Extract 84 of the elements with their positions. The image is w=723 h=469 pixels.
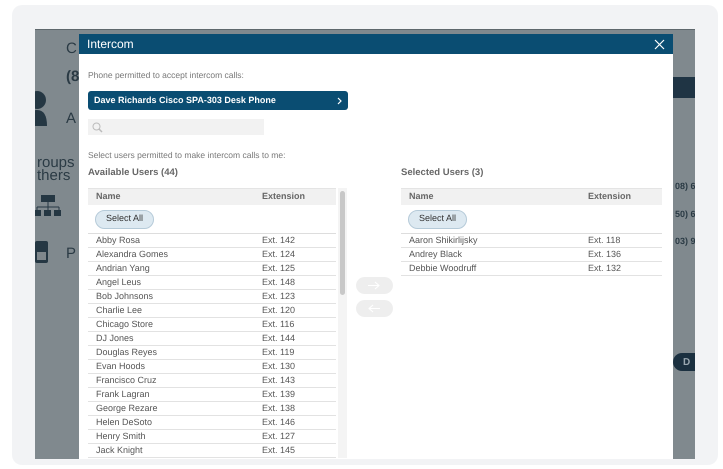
background-button[interactable]: D <box>673 353 695 371</box>
user-extension: Ext. 138 <box>262 402 296 415</box>
user-name: Henry Smith <box>96 430 147 443</box>
user-name: DJ Jones <box>96 332 135 345</box>
user-row[interactable]: Debbie Woodruff Ext. 132 <box>401 262 662 276</box>
users-label: Select users permitted to make intercom calls to me: <box>88 149 286 160</box>
user-name: Debbie Woodruff <box>409 262 478 275</box>
user-row[interactable]: Frank Lagran Ext. 139 <box>88 388 336 402</box>
user-row[interactable]: Douglas Reyes Ext. 119 <box>88 346 336 360</box>
user-extension: Ext. 142 <box>262 234 296 247</box>
user-row[interactable]: Aaron Shikirlijsky Ext. 118 <box>401 234 662 248</box>
user-name: Evan Hoods <box>96 360 146 373</box>
user-extension: Ext. 144 <box>262 332 296 345</box>
user-extension: Ext. 132 <box>588 262 622 275</box>
background-text: (8 <box>66 67 80 87</box>
phone-selector[interactable]: Dave Richards Cisco SPA-303 Desk Phone <box>88 91 348 110</box>
user-name: Aaron Shikirlijsky <box>409 234 479 247</box>
user-name: Jack Knight <box>96 444 144 457</box>
user-extension: Ext. 130 <box>262 360 296 373</box>
close-icon[interactable] <box>654 38 665 50</box>
person-icon <box>35 90 49 126</box>
user-name: Andrian Yang <box>96 262 151 275</box>
chevron-right-icon <box>337 96 342 104</box>
background-text: 03) 9 <box>675 235 695 248</box>
dialog-title: Intercom <box>87 36 134 53</box>
table-title: Available Users (44) <box>88 166 179 178</box>
user-extension: Ext. 145 <box>262 444 296 457</box>
user-row[interactable]: Abby Rosa Ext. 142 <box>88 234 336 248</box>
user-name: Frank Lagran <box>96 388 151 401</box>
user-row[interactable]: Chicago Store Ext. 116 <box>88 318 336 332</box>
background-text: P <box>66 244 76 264</box>
user-extension: Ext. 123 <box>262 290 296 303</box>
table-title: Selected Users (3) <box>401 166 484 178</box>
user-extension: Ext. 136 <box>588 248 622 261</box>
org-chart-icon <box>35 195 61 217</box>
user-extension: Ext. 116 <box>262 318 296 331</box>
background-text: 08) 6 <box>675 180 695 193</box>
header-band <box>673 77 695 98</box>
user-row[interactable]: Evan Hoods Ext. 130 <box>88 360 336 374</box>
user-name: Francisco Cruz <box>96 374 158 387</box>
search-field[interactable] <box>88 119 264 135</box>
search-icon <box>92 122 103 132</box>
user-row[interactable]: Jack Knight Ext. 145 <box>88 444 336 458</box>
user-row[interactable]: Bob Johnsons Ext. 123 <box>88 290 336 304</box>
user-name: Chicago Store <box>96 318 154 331</box>
column-header: Name <box>96 190 122 204</box>
background-text: C <box>66 39 77 59</box>
background-text: A <box>66 109 76 129</box>
phone-label: Phone permitted to accept intercom calls: <box>88 69 245 80</box>
user-extension: Ext. 125 <box>262 262 296 275</box>
user-extension: Ext. 127 <box>262 430 296 443</box>
select-all-button[interactable]: Select All <box>95 210 154 228</box>
select-all-button[interactable]: Select All <box>408 210 468 228</box>
user-name: Angel Leus <box>96 276 142 289</box>
user-name: Charlie Lee <box>96 304 144 317</box>
column-header: Extension <box>588 190 632 204</box>
user-name: Bob Johnsons <box>96 290 154 303</box>
user-row[interactable]: Charlie Lee Ext. 120 <box>88 304 336 318</box>
user-row[interactable]: Andrian Yang Ext. 125 <box>88 262 336 276</box>
background-text: 50) 6 <box>675 208 695 221</box>
user-extension: Ext. 143 <box>262 374 296 387</box>
user-extension: Ext. 124 <box>262 248 296 261</box>
user-extension: Ext. 146 <box>262 416 296 429</box>
user-name: Alexandra Gomes <box>96 248 170 261</box>
user-name: Andrey Black <box>409 248 464 261</box>
user-extension: Ext. 118 <box>588 234 622 247</box>
user-row[interactable]: Henry Smith Ext. 127 <box>88 430 336 444</box>
user-extension: Ext. 148 <box>262 276 296 289</box>
user-extension: Ext. 119 <box>262 346 296 359</box>
user-name: Douglas Reyes <box>96 346 158 359</box>
user-row[interactable]: Angel Leus Ext. 148 <box>88 276 336 290</box>
user-row[interactable]: Francisco Cruz Ext. 143 <box>88 374 336 388</box>
user-row[interactable]: George Rezare Ext. 138 <box>88 402 336 416</box>
user-row[interactable]: Andrey Black Ext. 136 <box>401 248 662 262</box>
user-extension: Ext. 120 <box>262 304 296 317</box>
user-row[interactable]: DJ Jones Ext. 144 <box>88 332 336 346</box>
user-extension: Ext. 139 <box>262 388 296 401</box>
user-name: Abby Rosa <box>96 234 142 247</box>
user-row[interactable]: Alexandra Gomes Ext. 124 <box>88 248 336 262</box>
column-header: Name <box>409 190 435 204</box>
user-name: Helen DeSoto <box>96 416 154 429</box>
column-header: Extension <box>262 190 306 204</box>
user-name: George Rezare <box>96 402 159 415</box>
user-row[interactable]: Helen DeSoto Ext. 146 <box>88 416 336 430</box>
